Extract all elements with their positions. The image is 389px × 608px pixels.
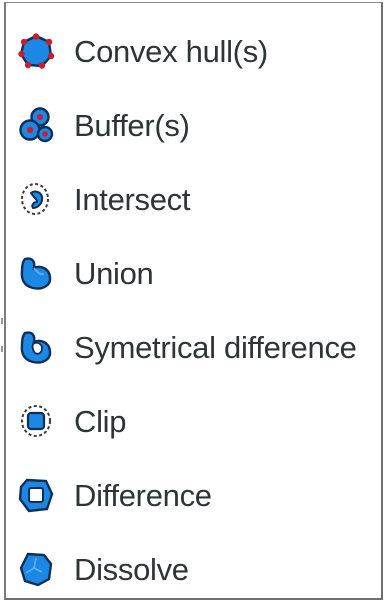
menu-item-convex-hull[interactable]: Convex hull(s) <box>18 21 378 81</box>
menu-item-difference[interactable]: Difference <box>18 465 378 525</box>
menu-item-label: Convex hull(s) <box>74 33 268 69</box>
edge-marker <box>1 346 3 352</box>
menu-item-label: Dissolve <box>74 551 189 587</box>
menu-item-label: Clip <box>74 403 127 439</box>
difference-icon <box>18 476 54 514</box>
menu-item-buffer[interactable]: Buffer(s) <box>18 95 378 155</box>
menu-item-label: Difference <box>74 477 212 513</box>
menu-item-label: Intersect <box>74 181 191 217</box>
union-icon <box>18 254 54 292</box>
menu-item-label: Union <box>74 255 154 291</box>
buffer-icon <box>18 106 54 144</box>
geoprocessing-menu: Convex hull(s) Buffer(s) Intersect Union… <box>4 2 383 600</box>
menu-item-symetrical-difference[interactable]: Symetrical difference <box>18 317 378 377</box>
intersect-icon <box>18 180 54 218</box>
symetrical-difference-icon <box>18 328 54 366</box>
menu-item-label: Buffer(s) <box>74 107 190 143</box>
edge-marker <box>1 318 3 324</box>
menu-item-clip[interactable]: Clip <box>18 391 378 451</box>
dissolve-icon <box>18 550 54 588</box>
menu-item-intersect[interactable]: Intersect <box>18 169 378 229</box>
menu-item-dissolve[interactable]: Dissolve <box>18 539 378 599</box>
clip-icon <box>18 402 54 440</box>
menu-item-union[interactable]: Union <box>18 243 378 303</box>
convex-hull-icon <box>18 32 54 70</box>
menu-item-label: Symetrical difference <box>74 329 357 365</box>
